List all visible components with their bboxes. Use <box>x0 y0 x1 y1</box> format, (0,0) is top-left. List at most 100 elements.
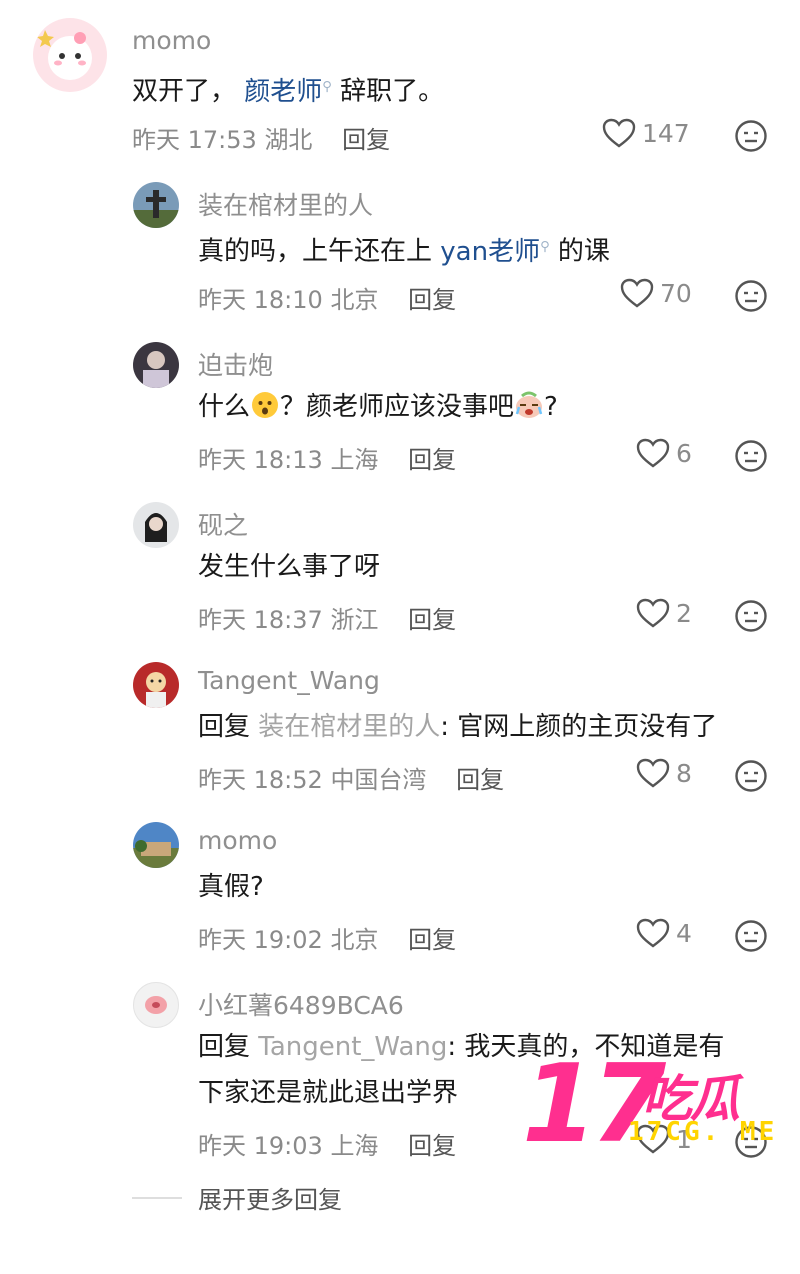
reply-item: 迫击炮 什么 ？颜老师应该没事吧? 昨天 18:13 上海 回复 6 <box>0 320 800 480</box>
meh-face-icon <box>735 280 767 312</box>
reply-prefix: 回复 <box>198 1032 259 1062</box>
like-button[interactable]: 2 <box>636 598 692 628</box>
comment-location: 中国台湾 <box>330 766 427 794</box>
dislike-button[interactable] <box>734 119 768 157</box>
comment-meta: 昨天 19:02 北京 回复 <box>198 920 456 955</box>
dislike-button[interactable] <box>734 919 768 957</box>
comment-meta: 昨天 18:10 北京 回复 <box>198 280 456 315</box>
comment-text-part: 真的吗，上午还在上 <box>198 236 441 267</box>
comment-location: 湖北 <box>264 126 313 154</box>
comment-text-part: ？颜老师应该没事吧 <box>280 392 515 422</box>
expand-more-label: 展开更多回复 <box>198 1186 342 1214</box>
reply-prefix: 回复 <box>198 712 259 742</box>
search-icon: ⚲ <box>322 79 332 94</box>
comment-text: 真假? <box>198 872 264 902</box>
watermark: 17 吃瓜 17CG. ME <box>522 1051 792 1159</box>
comment-meta: 昨天 18:13 上海 回复 <box>198 440 456 475</box>
comment-meta: 昨天 19:03 上海 回复 <box>198 1126 456 1161</box>
like-button[interactable]: 147 <box>602 118 690 148</box>
comment-author[interactable]: 砚之 <box>198 506 248 542</box>
expand-more-replies[interactable]: 展开更多回复 <box>132 1180 342 1215</box>
comment-author[interactable]: 迫击炮 <box>198 346 273 382</box>
worried-face-icon <box>252 392 279 418</box>
comment-author[interactable]: 小红薯6489BCA6 <box>198 986 404 1022</box>
avatar[interactable] <box>33 18 107 92</box>
like-count: 8 <box>676 758 692 788</box>
comment-time: 昨天 18:52 <box>198 766 323 794</box>
avatar[interactable] <box>133 502 179 548</box>
comment-text: 双开了， 颜老师⚲ 辞职了。 <box>132 64 444 115</box>
like-button[interactable]: 6 <box>636 438 692 468</box>
meh-face-icon <box>735 120 767 152</box>
comment-time: 昨天 19:02 <box>198 926 323 954</box>
comment-author[interactable]: Tangent_Wang <box>198 666 380 695</box>
comment-meta: 昨天 18:37 浙江 回复 <box>198 600 456 635</box>
comment-location: 北京 <box>330 286 379 314</box>
reply-item: 砚之 发生什么事了呀 昨天 18:37 浙江 回复 2 <box>0 480 800 640</box>
like-count: 6 <box>676 438 692 468</box>
comment-time: 昨天 18:10 <box>198 286 323 314</box>
heart-icon <box>636 758 670 788</box>
divider <box>132 1196 182 1199</box>
mention-link[interactable]: 颜老师⚲ <box>244 77 332 107</box>
avatar[interactable] <box>133 822 179 868</box>
comment-time: 昨天 17:53 <box>132 126 257 154</box>
like-button[interactable]: 8 <box>636 758 692 788</box>
comment-meta: 昨天 17:53 湖北 回复 <box>132 120 390 155</box>
reply-button[interactable]: 回复 <box>408 446 456 474</box>
comment-author[interactable]: momo <box>132 26 211 55</box>
mention-link[interactable]: yan老师⚲ <box>440 237 549 267</box>
reply-button[interactable]: 回复 <box>408 1132 456 1160</box>
comment-author[interactable]: momo <box>198 826 277 855</box>
comment-meta: 昨天 18:52 中国台湾 回复 <box>198 760 504 795</box>
search-icon: ⚲ <box>540 239 550 254</box>
comment-text-part: 的课 <box>549 236 610 267</box>
comment-text-part: 辞职了。 <box>340 76 445 107</box>
like-count: 4 <box>676 918 692 948</box>
like-count: 147 <box>642 118 690 148</box>
reply-item: 装在棺材里的人 真的吗，上午还在上 yan老师⚲ 的课 昨天 18:10 北京 … <box>0 160 800 320</box>
avatar[interactable] <box>133 182 179 228</box>
comment-text-part: : 官网上颜的主页没有了 <box>440 712 718 742</box>
reply-item: Tangent_Wang 回复 装在棺材里的人: 官网上颜的主页没有了 昨天 1… <box>0 640 800 800</box>
like-count: 70 <box>660 278 692 308</box>
comment-text-line2: 下家还是就此退出学界 <box>198 1078 459 1108</box>
avatar[interactable] <box>133 342 179 388</box>
comment-location: 上海 <box>330 1132 379 1160</box>
meh-face-icon <box>735 600 767 632</box>
reply-to-user[interactable]: Tangent_Wang <box>258 1032 447 1062</box>
reply-button[interactable]: 回复 <box>408 606 456 634</box>
dislike-button[interactable] <box>734 279 768 317</box>
comment-time: 昨天 18:13 <box>198 446 323 474</box>
reply-button[interactable]: 回复 <box>342 126 390 154</box>
comment-author[interactable]: 装在棺材里的人 <box>198 186 373 222</box>
dislike-button[interactable] <box>734 759 768 797</box>
dislike-button[interactable] <box>734 439 768 477</box>
comment-text: 回复 装在棺材里的人: 官网上颜的主页没有了 <box>198 704 717 750</box>
dislike-button[interactable] <box>734 599 768 637</box>
heart-icon <box>602 118 636 148</box>
reply-button[interactable]: 回复 <box>408 926 456 954</box>
comment-item: momo 双开了， 颜老师⚲ 辞职了。 昨天 17:53 湖北 回复 147 <box>0 0 800 160</box>
meh-face-icon <box>735 760 767 792</box>
comment-location: 北京 <box>330 926 379 954</box>
like-count: 2 <box>676 598 692 628</box>
heart-icon <box>620 278 654 308</box>
comment-location: 浙江 <box>330 606 379 634</box>
comment-location: 上海 <box>330 446 379 474</box>
reply-button[interactable]: 回复 <box>456 766 504 794</box>
avatar[interactable] <box>133 662 179 708</box>
comment-time: 昨天 19:03 <box>198 1132 323 1160</box>
comment-text: 什么 ？颜老师应该没事吧? <box>198 384 558 430</box>
crying-face-icon <box>515 391 543 418</box>
reply-button[interactable]: 回复 <box>408 286 456 314</box>
like-button[interactable]: 4 <box>636 918 692 948</box>
heart-icon <box>636 598 670 628</box>
comment-text: 真的吗，上午还在上 yan老师⚲ 的课 <box>198 224 610 275</box>
like-button[interactable]: 70 <box>620 278 692 308</box>
meh-face-icon <box>735 440 767 472</box>
reply-item: momo 真假? 昨天 19:02 北京 回复 4 <box>0 800 800 960</box>
reply-to-user[interactable]: 装在棺材里的人 <box>258 712 440 742</box>
avatar[interactable] <box>133 982 179 1028</box>
comment-text-part: ? <box>544 392 558 422</box>
